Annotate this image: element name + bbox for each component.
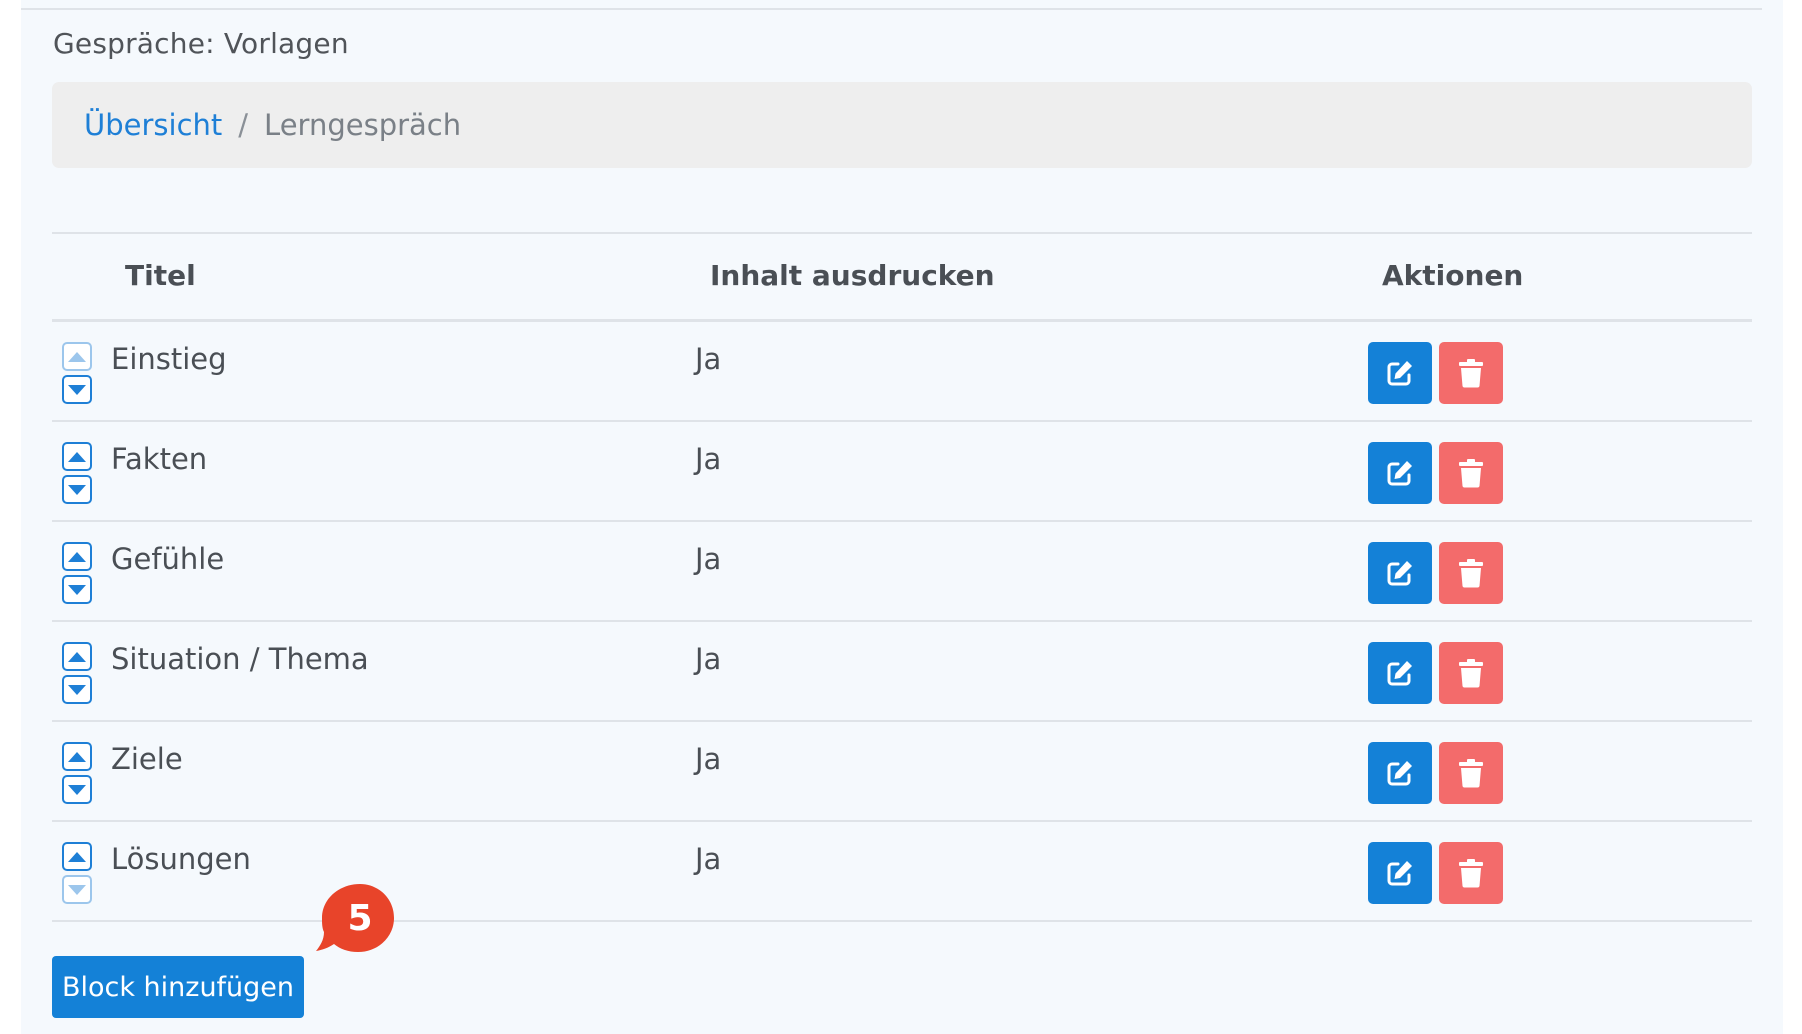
- caret-up-icon: [68, 351, 86, 362]
- move-down-button[interactable]: [62, 575, 92, 604]
- trash-icon: [1459, 759, 1483, 788]
- trash-icon: [1459, 859, 1483, 888]
- edit-button[interactable]: [1368, 742, 1432, 804]
- move-up-button[interactable]: [62, 442, 92, 471]
- top-divider: [21, 8, 1762, 10]
- table-row: Gefühle Ja: [52, 522, 1752, 622]
- table-row: Einstieg Ja: [52, 322, 1752, 422]
- edit-button[interactable]: [1368, 642, 1432, 704]
- row-title: Fakten: [111, 442, 208, 476]
- caret-up-icon: [68, 751, 86, 762]
- trash-icon: [1459, 359, 1483, 388]
- move-up-button[interactable]: [62, 642, 92, 671]
- edit-button[interactable]: [1368, 542, 1432, 604]
- edit-button[interactable]: [1368, 442, 1432, 504]
- row-title: Einstieg: [111, 342, 227, 376]
- edit-icon: [1387, 561, 1412, 586]
- caret-up-icon: [68, 451, 86, 462]
- edit-icon: [1387, 761, 1412, 786]
- caret-down-icon: [68, 684, 86, 695]
- move-down-button[interactable]: [62, 475, 92, 504]
- delete-button[interactable]: [1439, 742, 1503, 804]
- edit-icon: [1387, 861, 1412, 886]
- sort-controls: [62, 542, 92, 604]
- breadcrumb-separator: /: [238, 108, 249, 142]
- delete-button[interactable]: [1439, 642, 1503, 704]
- move-down-button[interactable]: [62, 675, 92, 704]
- sort-controls: [62, 442, 92, 504]
- row-print-value: Ja: [695, 542, 722, 576]
- edit-button[interactable]: [1368, 342, 1432, 404]
- sort-controls: [62, 742, 92, 804]
- row-title: Situation / Thema: [111, 642, 369, 676]
- table-row: Lösungen Ja: [52, 822, 1752, 922]
- table-body: Einstieg Ja Fakten Ja Gefühle Ja Situati…: [52, 322, 1752, 922]
- row-print-value: Ja: [695, 342, 722, 376]
- trash-icon: [1459, 459, 1483, 488]
- caret-down-icon: [68, 384, 86, 395]
- edit-icon: [1387, 661, 1412, 686]
- breadcrumb-link-overview[interactable]: Übersicht: [84, 108, 222, 142]
- column-header-print: Inhalt ausdrucken: [710, 259, 995, 292]
- breadcrumb: Übersicht / Lerngespräch: [52, 82, 1752, 168]
- sort-controls: [62, 642, 92, 704]
- delete-button[interactable]: [1439, 342, 1503, 404]
- row-print-value: Ja: [695, 742, 722, 776]
- table-row: Ziele Ja: [52, 722, 1752, 822]
- edit-button[interactable]: [1368, 842, 1432, 904]
- row-title: Ziele: [111, 742, 183, 776]
- caret-down-icon: [68, 784, 86, 795]
- add-block-button[interactable]: Block hinzufügen: [52, 956, 304, 1018]
- edit-icon: [1387, 361, 1412, 386]
- row-print-value: Ja: [695, 442, 722, 476]
- trash-icon: [1459, 659, 1483, 688]
- step-badge-number: 5: [347, 897, 373, 939]
- table-header: Titel Inhalt ausdrucken Aktionen: [52, 232, 1752, 322]
- row-title: Lösungen: [111, 842, 251, 876]
- table-row: Fakten Ja: [52, 422, 1752, 522]
- edit-icon: [1387, 461, 1412, 486]
- caret-up-icon: [68, 851, 86, 862]
- delete-button[interactable]: [1439, 442, 1503, 504]
- sort-controls: [62, 342, 92, 404]
- move-up-button[interactable]: [62, 542, 92, 571]
- caret-up-icon: [68, 551, 86, 562]
- move-down-button[interactable]: [62, 375, 92, 404]
- move-up-button[interactable]: [62, 842, 92, 871]
- delete-button[interactable]: [1439, 542, 1503, 604]
- caret-up-icon: [68, 651, 86, 662]
- caret-down-icon: [68, 884, 86, 895]
- breadcrumb-current: Lerngespräch: [264, 108, 462, 142]
- move-down-button[interactable]: [62, 775, 92, 804]
- row-title: Gefühle: [111, 542, 225, 576]
- move-up-button[interactable]: [62, 742, 92, 771]
- caret-down-icon: [68, 584, 86, 595]
- row-print-value: Ja: [695, 842, 722, 876]
- column-header-title: Titel: [125, 259, 196, 292]
- sort-controls: [62, 842, 92, 904]
- move-down-button: [62, 875, 92, 904]
- row-print-value: Ja: [695, 642, 722, 676]
- table-row: Situation / Thema Ja: [52, 622, 1752, 722]
- delete-button[interactable]: [1439, 842, 1503, 904]
- move-up-button: [62, 342, 92, 371]
- step-badge: 5: [316, 882, 396, 956]
- blocks-table: Titel Inhalt ausdrucken Aktionen Einstie…: [52, 232, 1752, 922]
- page-title: Gespräche: Vorlagen: [53, 27, 349, 60]
- trash-icon: [1459, 559, 1483, 588]
- column-header-actions: Aktionen: [1382, 259, 1524, 292]
- caret-down-icon: [68, 484, 86, 495]
